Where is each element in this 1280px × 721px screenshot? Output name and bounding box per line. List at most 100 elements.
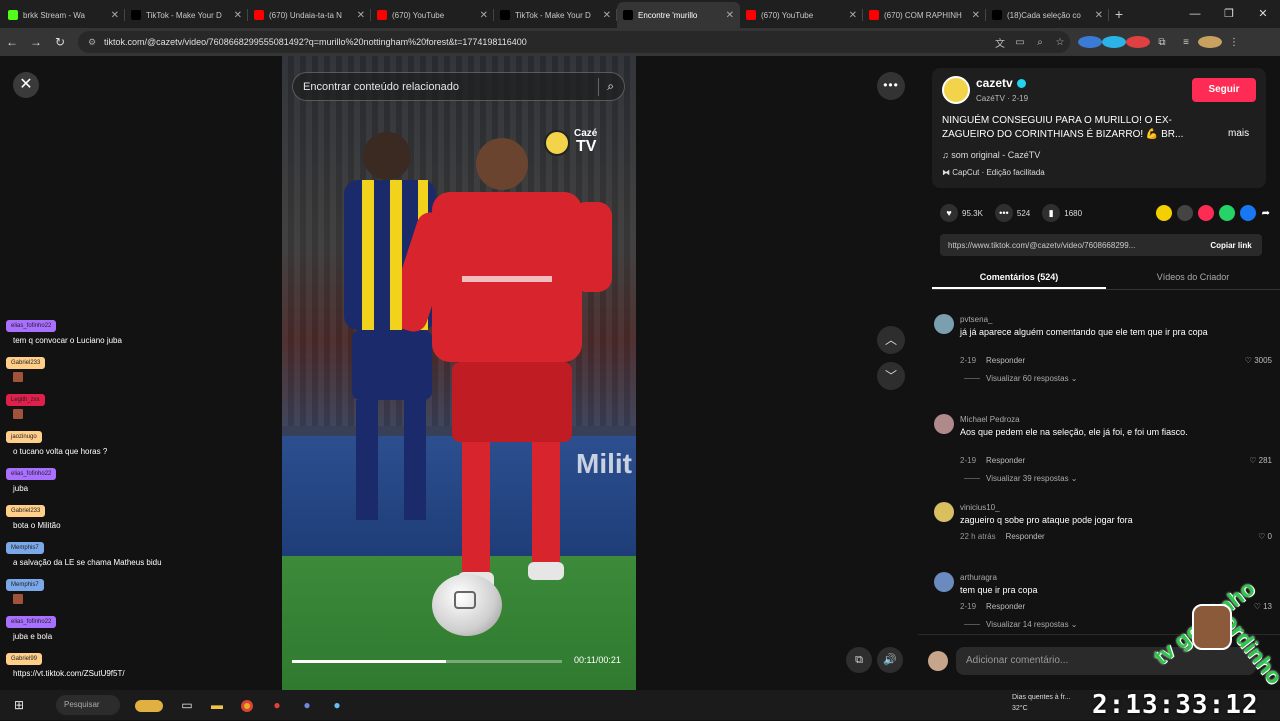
- cast-icon[interactable]: ▭: [1010, 37, 1030, 48]
- reply-button[interactable]: Responder: [1006, 532, 1045, 541]
- translate-icon[interactable]: 文: [990, 35, 1010, 50]
- commenter-username[interactable]: pvtsena_: [960, 315, 992, 324]
- chat-username[interactable]: Gabriel99: [6, 653, 43, 665]
- discord-icon[interactable]: ●: [292, 698, 322, 712]
- tab-close-icon[interactable]: ✕: [234, 10, 242, 21]
- tab-close-icon[interactable]: ✕: [849, 10, 857, 21]
- react-emoji-icon[interactable]: [1155, 205, 1172, 221]
- app-icon[interactable]: ●: [262, 698, 292, 712]
- chat-username[interactable]: elias_fofinho22: [6, 616, 57, 628]
- browser-tab[interactable]: brkk Stream - Wa ✕: [2, 2, 125, 28]
- chevron-down-icon[interactable]: ﹀: [877, 362, 905, 390]
- comment-like-button[interactable]: ♡ 281: [1249, 456, 1272, 465]
- tab-close-icon[interactable]: ✕: [111, 10, 119, 21]
- tab-close-icon[interactable]: ✕: [603, 10, 611, 21]
- comment-like-button[interactable]: ♡ 3005: [1245, 356, 1272, 365]
- whatsapp-icon[interactable]: [1218, 205, 1235, 221]
- taskbar-search[interactable]: Pesquisar: [56, 695, 120, 715]
- follow-button[interactable]: Seguir: [1192, 78, 1256, 102]
- tab-close-icon[interactable]: ✕: [480, 10, 488, 21]
- chat-username[interactable]: Memphis7: [6, 579, 44, 591]
- maximize-icon[interactable]: ❐: [1212, 0, 1246, 28]
- browser-tab[interactable]: Encontre 'murillo ✕: [617, 2, 740, 28]
- save-button[interactable]: ▮ 1680: [1042, 204, 1082, 222]
- browser-tab[interactable]: (670) YouTube ✕: [371, 2, 494, 28]
- chevron-up-icon[interactable]: ︿: [877, 326, 905, 354]
- tab-close-icon[interactable]: ✕: [972, 10, 980, 21]
- creator-username[interactable]: cazetv: [976, 76, 1026, 90]
- extension-icon[interactable]: [1102, 36, 1126, 48]
- commenter-avatar[interactable]: [934, 502, 954, 522]
- commenter-avatar[interactable]: [934, 314, 954, 334]
- commenter-avatar[interactable]: [934, 572, 954, 592]
- new-tab-icon[interactable]: +: [1109, 6, 1129, 22]
- minimize-icon[interactable]: —: [1178, 0, 1212, 28]
- window-close-icon[interactable]: ✕: [1246, 0, 1280, 28]
- comment-button[interactable]: ••• 524: [994, 204, 1030, 222]
- chat-username[interactable]: Legith_zxx: [6, 394, 45, 406]
- capcut-row[interactable]: ⧓ CapCut · Edição facilitada: [942, 168, 1045, 177]
- commenter-avatar[interactable]: [934, 414, 954, 434]
- extension-icon[interactable]: [1078, 36, 1102, 48]
- chat-username[interactable]: Gabriel233: [6, 357, 46, 369]
- windows-start-icon[interactable]: ⊞: [4, 698, 34, 712]
- share-arrow-icon[interactable]: ➦: [1262, 208, 1270, 219]
- view-replies-button[interactable]: Visualizar 39 respostas ⌄: [964, 474, 1078, 483]
- chat-username[interactable]: Gabriel233: [6, 505, 46, 517]
- widgets-icon[interactable]: [134, 698, 164, 712]
- chat-username[interactable]: jaozinugo: [6, 431, 42, 443]
- tab-close-icon[interactable]: ✕: [1095, 10, 1103, 21]
- site-info-icon[interactable]: ⚙: [88, 37, 98, 48]
- music-row[interactable]: ♫ som original - CazéTV: [942, 150, 1040, 160]
- zoom-icon[interactable]: ⌕: [1030, 37, 1050, 48]
- steam-icon[interactable]: ●: [322, 698, 352, 712]
- reply-button[interactable]: Responder: [986, 456, 1025, 465]
- chrome-icon[interactable]: [232, 698, 262, 712]
- reload-icon[interactable]: ↻: [48, 35, 72, 49]
- reading-list-icon[interactable]: ≡: [1174, 37, 1198, 48]
- video-progress-bar[interactable]: [292, 660, 562, 663]
- embed-icon[interactable]: [1176, 205, 1193, 221]
- back-icon[interactable]: ←: [0, 35, 24, 49]
- picture-in-picture-icon[interactable]: ⧉: [846, 647, 872, 673]
- commenter-username[interactable]: Michael Pedroza: [960, 415, 1020, 424]
- reply-button[interactable]: Responder: [986, 602, 1025, 611]
- browser-tab[interactable]: TikTok - Make Your D ✕: [494, 2, 617, 28]
- browser-tab[interactable]: (18)Cada seleção co ✕: [986, 2, 1109, 28]
- search-icon[interactable]: ⌕: [607, 79, 614, 94]
- task-view-icon[interactable]: ▭: [172, 698, 202, 712]
- browser-tab[interactable]: (670) Undaia-ta-ta N ✕: [248, 2, 371, 28]
- view-replies-button[interactable]: Visualizar 14 respostas ⌄: [964, 620, 1078, 629]
- file-explorer-icon[interactable]: ▬: [202, 698, 232, 712]
- video-player[interactable]: Milit Cazé TV: [282, 56, 636, 690]
- forward-icon[interactable]: →: [24, 35, 48, 49]
- commenter-username[interactable]: arthuragra: [960, 573, 997, 582]
- view-replies-button[interactable]: Visualizar 60 respostas ⌄: [964, 374, 1078, 383]
- tab-comments[interactable]: Comentários (524): [932, 264, 1106, 289]
- repost-icon[interactable]: [1197, 205, 1214, 221]
- copy-link-button[interactable]: Copiar link: [1200, 241, 1262, 250]
- weather-widget[interactable]: Dias quentes à fr... 32°C: [996, 692, 1070, 714]
- browser-tab[interactable]: (670) COM RAPHINH ✕: [863, 2, 986, 28]
- creator-avatar[interactable]: [942, 76, 970, 104]
- profile-avatar[interactable]: [1198, 36, 1222, 48]
- tab-close-icon[interactable]: ✕: [726, 10, 734, 21]
- address-bar[interactable]: ⚙ tiktok.com/@cazetv/video/7608668299555…: [78, 31, 1070, 53]
- close-icon[interactable]: ✕: [13, 72, 39, 98]
- chat-username[interactable]: Memphis7: [6, 542, 44, 554]
- tab-creator-videos[interactable]: Vídeos do Criador: [1106, 264, 1280, 289]
- puzzle-icon[interactable]: ⧉: [1150, 37, 1174, 48]
- menu-icon[interactable]: ⋮: [1222, 37, 1246, 48]
- more-link[interactable]: mais: [1228, 128, 1249, 139]
- facebook-icon[interactable]: [1239, 205, 1256, 221]
- like-button[interactable]: ♥ 95.3K: [940, 204, 983, 222]
- reply-button[interactable]: Responder: [986, 356, 1025, 365]
- browser-tab[interactable]: TikTok - Make Your D ✕: [125, 2, 248, 28]
- bookmark-star-icon[interactable]: ☆: [1050, 37, 1070, 48]
- chat-username[interactable]: elias_fofinho22: [6, 320, 57, 332]
- tab-close-icon[interactable]: ✕: [357, 10, 365, 21]
- chat-username[interactable]: elias_fofinho22: [6, 468, 57, 480]
- related-search-input[interactable]: Encontrar conteúdo relacionado ⌕: [292, 72, 625, 101]
- browser-tab[interactable]: (670) YouTube ✕: [740, 2, 863, 28]
- comment-like-button[interactable]: ♡ 0: [1258, 532, 1272, 541]
